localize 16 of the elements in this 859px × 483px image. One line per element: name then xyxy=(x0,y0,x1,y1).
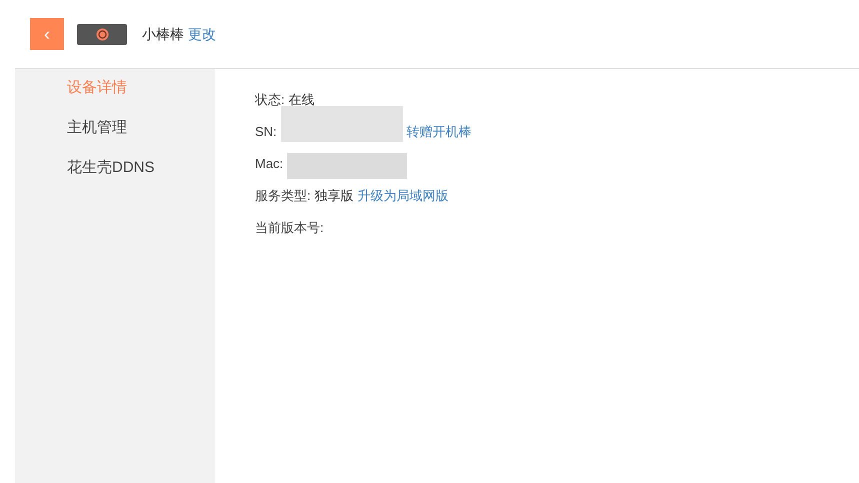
detail-label: 状态: xyxy=(255,91,285,110)
detail-label: 服务类型: xyxy=(255,187,311,206)
sidebar-item[interactable]: 设备详情 xyxy=(67,78,215,98)
detail-label: 当前版本号: xyxy=(255,219,324,238)
detail-link[interactable]: 转赠开机棒 xyxy=(406,122,472,142)
detail-link[interactable]: 升级为局域网版 xyxy=(358,186,449,206)
detail-value: 在线 xyxy=(288,91,315,110)
rename-link[interactable]: 更改 xyxy=(188,24,216,44)
device-name: 小棒棒 xyxy=(142,24,184,44)
sidebar-item[interactable]: 主机管理 xyxy=(67,118,215,138)
detail-label: Mac: xyxy=(255,155,284,174)
sidebar-item[interactable]: 花生壳DDNS xyxy=(67,158,215,178)
device-logo-icon xyxy=(96,28,108,40)
back-button[interactable]: ‹ xyxy=(30,18,64,50)
detail-label: SN: xyxy=(255,123,277,142)
detail-value: 独享版 xyxy=(314,187,354,206)
